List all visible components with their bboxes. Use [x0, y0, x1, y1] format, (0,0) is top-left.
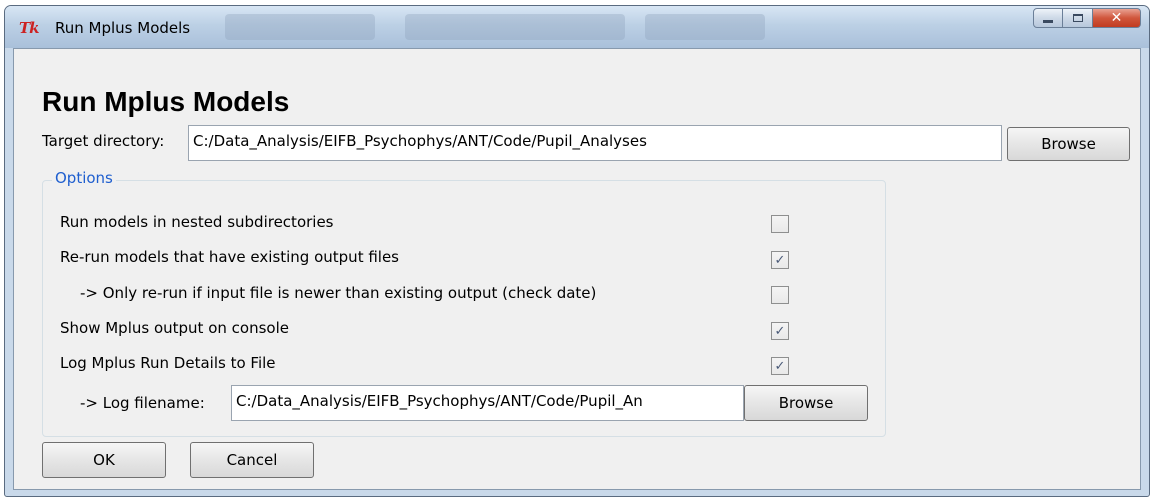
background-blur [645, 14, 765, 40]
option-label-log: Log Mplus Run Details to File [60, 354, 276, 372]
close-icon: ✕ [1110, 10, 1123, 26]
option-label-check-date: -> Only re-run if input file is newer th… [80, 284, 597, 302]
check-icon: ✓ [774, 323, 786, 339]
background-blur [405, 14, 625, 40]
tk-app-icon: Tk [19, 19, 40, 37]
log-browse-button[interactable]: Browse [744, 385, 868, 421]
background-blur [225, 14, 375, 40]
minimize-icon [1043, 20, 1053, 23]
dialog-window: Tk Run Mplus Models ✕ Run Mplus Models T… [4, 5, 1150, 497]
option-label-rerun: Re-run models that have existing output … [60, 248, 400, 266]
ok-button[interactable]: OK [42, 442, 166, 478]
close-button[interactable]: ✕ [1093, 8, 1141, 28]
checkbox-check-date[interactable] [771, 286, 789, 304]
checkbox-rerun-existing[interactable]: ✓ [771, 251, 789, 269]
page-title: Run Mplus Models [42, 86, 290, 117]
target-directory-label: Target directory: [42, 132, 165, 150]
option-label-console: Show Mplus output on console [60, 319, 289, 337]
maximize-icon [1072, 14, 1083, 22]
cancel-button[interactable]: Cancel [190, 442, 314, 478]
target-directory-input[interactable]: C:/Data_Analysis/EIFB_Psychophys/ANT/Cod… [188, 125, 1002, 161]
checkbox-nested-subdirectories[interactable] [771, 215, 789, 233]
options-group-title: Options [52, 169, 116, 187]
log-filename-input[interactable]: C:/Data_Analysis/EIFB_Psychophys/ANT/Cod… [231, 385, 744, 421]
option-label-nested: Run models in nested subdirectories [60, 213, 334, 231]
target-browse-button[interactable]: Browse [1007, 127, 1130, 161]
window-controls: ✕ [1033, 8, 1141, 28]
window-title: Run Mplus Models [55, 19, 191, 37]
log-filename-label: -> Log filename: [80, 394, 205, 412]
title-bar[interactable]: Tk Run Mplus Models ✕ [5, 6, 1149, 48]
checkbox-log-to-file[interactable]: ✓ [771, 357, 789, 375]
maximize-button[interactable] [1063, 8, 1093, 28]
dialog-body: Run Mplus Models Target directory: C:/Da… [13, 48, 1141, 490]
check-icon: ✓ [774, 358, 786, 374]
checkbox-show-console[interactable]: ✓ [771, 322, 789, 340]
check-icon: ✓ [774, 252, 786, 268]
minimize-button[interactable] [1033, 8, 1063, 28]
